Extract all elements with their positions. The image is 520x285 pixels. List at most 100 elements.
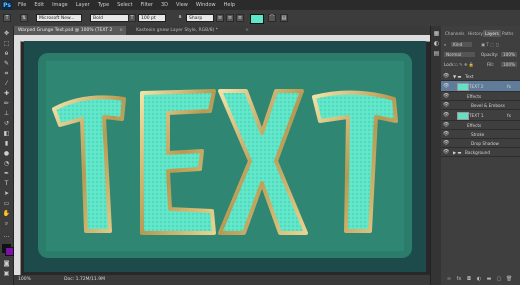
eraser-tool-icon[interactable]: ◧ — [2, 130, 11, 138]
menu-image[interactable]: Image — [52, 2, 68, 8]
menu-edit[interactable]: Edit — [34, 2, 44, 8]
new-group-icon[interactable]: ▬ — [486, 276, 492, 282]
layer-text-2[interactable]: 👁 TEXT 2 fx — [441, 81, 520, 92]
filter-icons[interactable]: ▣ T ⬚ ◻ — [481, 42, 499, 47]
visibility-eye-icon[interactable]: 👁 — [443, 92, 449, 101]
menu-type[interactable]: Type — [98, 2, 109, 8]
tab-paths[interactable]: Paths — [500, 30, 515, 37]
menu-help[interactable]: Help — [224, 2, 235, 8]
lock-label: Lock: — [444, 62, 455, 67]
blend-mode-select[interactable]: Normal — [444, 52, 476, 57]
lock-fill-row: Lock: ▫ ✎ ✥ 🔒 Fill: 100% — [441, 62, 520, 70]
vertical-ruler[interactable] — [14, 41, 21, 275]
menu-view[interactable]: View — [176, 2, 188, 8]
visibility-eye-icon[interactable]: 👁 — [443, 148, 449, 157]
link-layers-icon[interactable]: ∞ — [446, 276, 452, 282]
fx-icon[interactable]: fx — [507, 81, 511, 92]
extra-tools-icon[interactable]: … — [2, 232, 11, 240]
quick-mask-icon[interactable]: ◙ — [2, 260, 11, 268]
fill-input[interactable]: 100% — [501, 62, 517, 67]
blur-tool-icon[interactable]: ● — [2, 150, 11, 158]
layer-name: Stroke — [471, 132, 485, 137]
align-right-icon[interactable]: ≡ — [236, 14, 244, 22]
dodge-tool-icon[interactable]: ◔ — [2, 160, 11, 168]
opacity-input[interactable]: 100% — [501, 52, 517, 57]
layer-effects[interactable]: 👁 Effects — [441, 121, 520, 130]
menu-filter[interactable]: Filter — [141, 2, 153, 8]
tab-layers[interactable]: Layers — [483, 30, 501, 37]
layer-effects[interactable]: 👁 Effects — [441, 92, 520, 101]
new-layer-icon[interactable]: ▢ — [496, 276, 502, 282]
tab-layer-style-document[interactable]: Kasteoin gnew Layer Style, RGB/8) * × — [132, 26, 252, 35]
eyedropper-tool-icon[interactable]: ⁄ — [2, 80, 11, 88]
layer-name: Effects — [467, 94, 482, 99]
layer-text-1[interactable]: 👁 TEXT 1 fx — [441, 110, 520, 121]
opacity-label: Opacity: — [481, 52, 499, 57]
properties-panel-icon[interactable]: ▤ — [432, 50, 441, 58]
zoom-tool-icon[interactable]: ⌕ — [2, 220, 11, 228]
visibility-eye-icon[interactable]: 👁 — [443, 139, 449, 148]
orientation-toggle-icon[interactable]: ⇅ — [20, 14, 28, 22]
path-select-tool-icon[interactable]: ➤ — [2, 190, 11, 198]
adjustment-layer-icon[interactable]: ◐ — [476, 276, 482, 282]
layer-group-text[interactable]: 👁 ▼ ▬ Text — [441, 72, 520, 81]
gradient-tool-icon[interactable]: ▮ — [2, 140, 11, 148]
delete-layer-icon[interactable]: 🗑 — [506, 276, 512, 282]
hand-tool-icon[interactable]: ✋ — [2, 210, 11, 218]
antialias-select[interactable]: Sharp — [186, 14, 214, 22]
history-brush-tool-icon[interactable]: ↺ — [2, 120, 11, 128]
align-left-icon[interactable]: ≡ — [216, 14, 224, 22]
add-style-icon[interactable]: fx — [456, 276, 462, 282]
visibility-eye-icon[interactable]: 👁 — [443, 110, 449, 121]
zoom-level[interactable]: 100% — [18, 275, 31, 285]
menu-select[interactable]: Select — [117, 2, 132, 8]
visibility-eye-icon[interactable]: 👁 — [443, 72, 449, 81]
marquee-tool-icon[interactable]: ⬚ — [2, 40, 11, 48]
menu-3d[interactable]: 3D — [161, 2, 168, 8]
visibility-eye-icon[interactable]: 👁 — [443, 81, 449, 92]
fx-icon[interactable]: fx — [507, 110, 511, 121]
layer-effect-bevel-emboss[interactable]: 👁 Bevel & Emboss — [441, 101, 520, 110]
lasso-tool-icon[interactable]: ɵ — [2, 50, 11, 58]
add-mask-icon[interactable]: ◘ — [466, 276, 472, 282]
text-color-swatch[interactable] — [250, 14, 264, 24]
align-center-icon[interactable]: ≡ — [226, 14, 234, 22]
layer-group-background[interactable]: 👁 ▶ ▬ Background — [441, 148, 520, 157]
screen-mode-icon[interactable]: ▣ — [2, 270, 11, 278]
close-icon[interactable]: × — [119, 26, 123, 35]
pen-tool-icon[interactable]: ✒ — [2, 170, 11, 178]
font-family-select[interactable]: Microsoft New... — [36, 14, 82, 22]
grunge-text-artwork — [24, 41, 426, 272]
warp-text-icon[interactable]: ⌒ — [268, 14, 276, 22]
layer-effect-drop-shadow[interactable]: 👁 Drop Shadow — [441, 139, 520, 148]
menu-layer[interactable]: Layer — [76, 2, 90, 8]
move-tool-icon[interactable]: ✥ — [2, 30, 11, 38]
visibility-eye-icon[interactable]: 👁 — [443, 121, 449, 130]
layer-effect-stroke[interactable]: 👁 Stroke — [441, 130, 520, 139]
kind-filter-select[interactable]: Kind — [451, 42, 473, 47]
font-size-input[interactable]: 100 pt — [138, 14, 166, 22]
lock-icons[interactable]: ▫ ✎ ✥ 🔒 — [455, 62, 474, 68]
type-tool-icon[interactable]: T — [2, 180, 11, 188]
antialias-icon: a — [178, 14, 182, 20]
healing-tool-icon[interactable]: ✚ — [2, 90, 11, 98]
visibility-eye-icon[interactable]: 👁 — [443, 101, 449, 110]
close-icon[interactable]: × — [245, 26, 249, 35]
document-canvas[interactable] — [24, 41, 426, 272]
history-panel-icon[interactable]: ▦ — [432, 30, 441, 38]
menu-file[interactable]: File — [18, 2, 26, 8]
shape-tool-icon[interactable]: ▭ — [2, 200, 11, 208]
type-tool-icon[interactable]: T — [3, 14, 11, 22]
brush-tool-icon[interactable]: ✏ — [2, 100, 11, 108]
adjustments-panel-icon[interactable]: ◐ — [432, 40, 441, 48]
crop-tool-icon[interactable]: ⌗ — [2, 70, 11, 78]
tab-channels[interactable]: Channels — [443, 30, 466, 37]
tab-warped-grunge-text[interactable]: Warped Grunge Text.psd @ 100% (TEXT 2 × — [14, 26, 126, 35]
visibility-eye-icon[interactable]: 👁 — [443, 130, 449, 139]
document-size[interactable]: Doc: 1.72M/11.9M — [64, 275, 105, 285]
character-panel-icon[interactable]: ▤ — [280, 14, 288, 22]
background-color-swatch[interactable] — [5, 247, 14, 256]
stamp-tool-icon[interactable]: ⊥ — [2, 110, 11, 118]
menu-window[interactable]: Window — [196, 2, 216, 8]
quick-select-tool-icon[interactable]: ✎ — [2, 60, 11, 68]
